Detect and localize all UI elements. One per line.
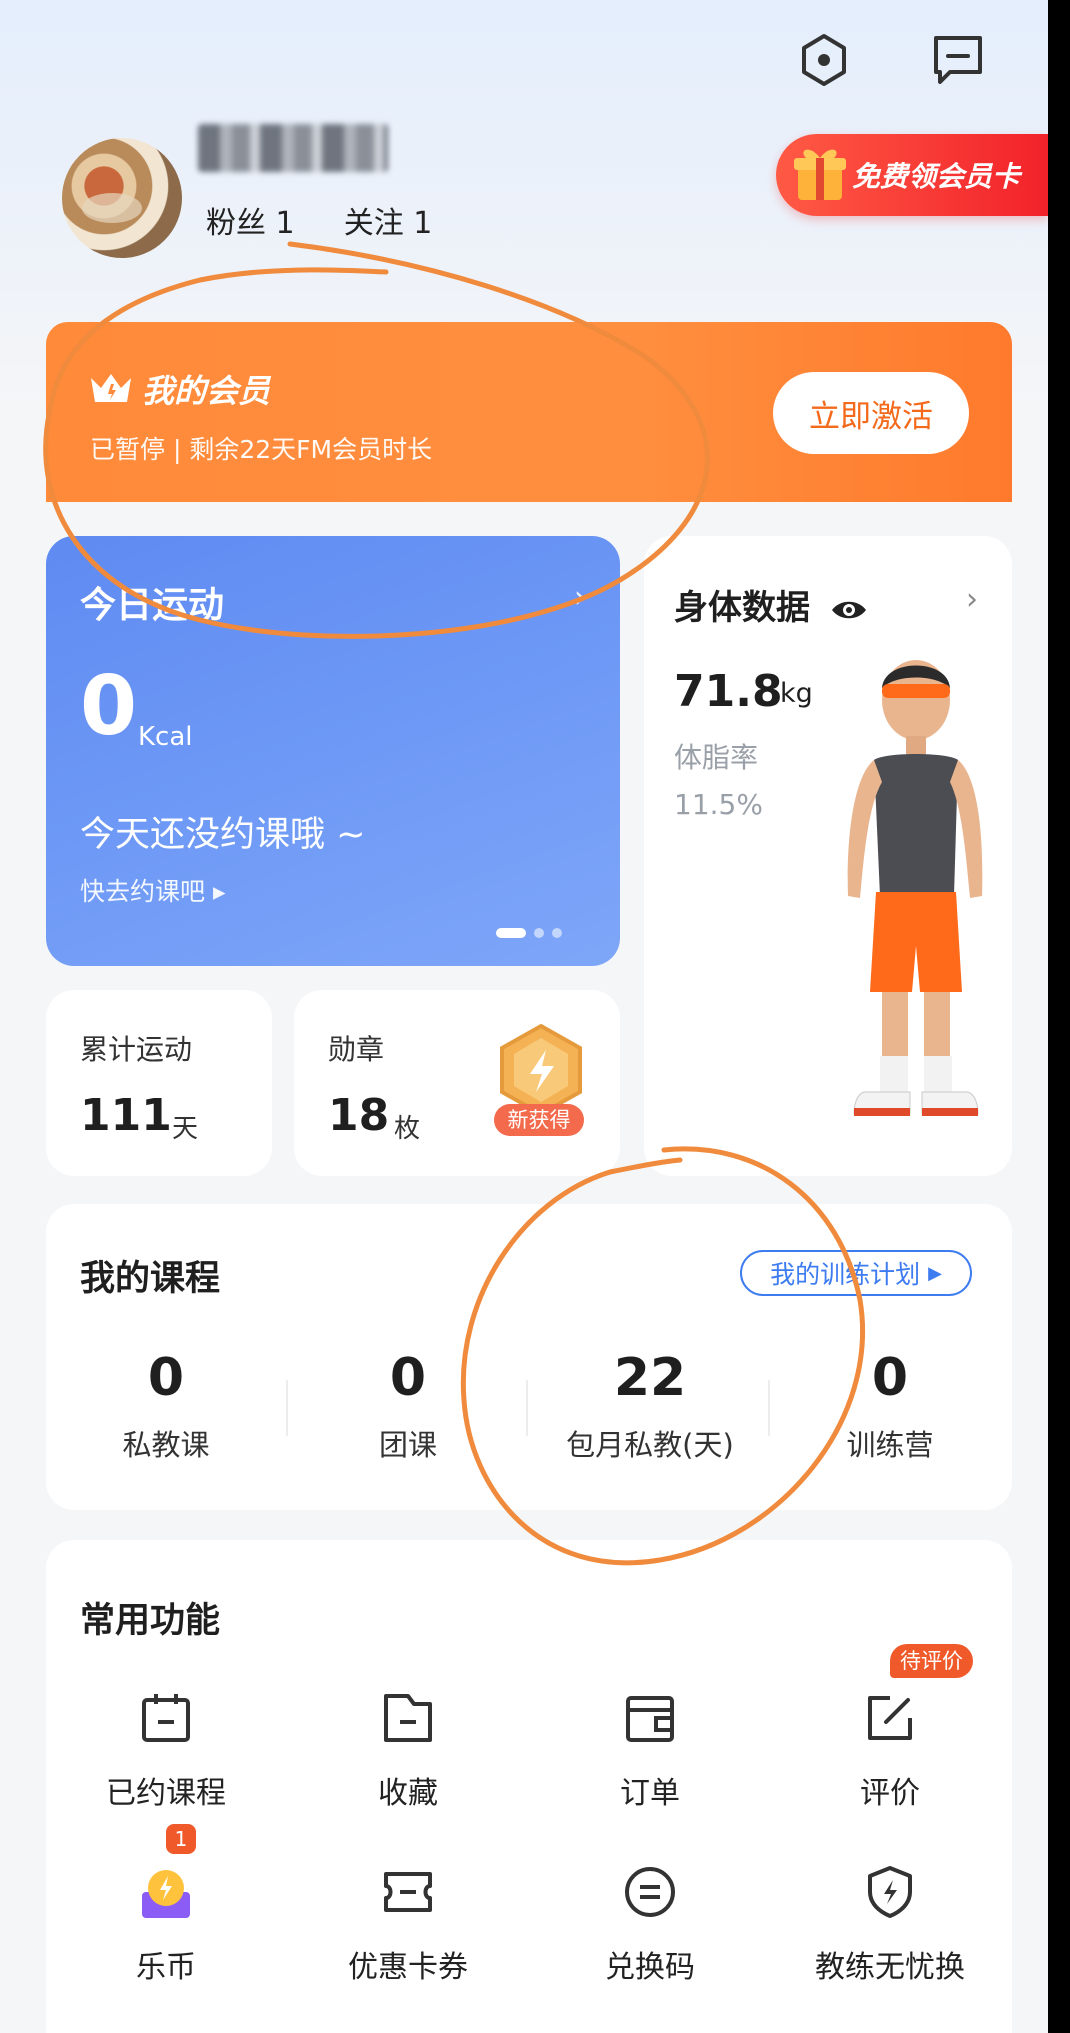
course-item-monthly[interactable]: 22 包月私教(天) — [530, 1352, 770, 1464]
body-fat-value: 11.5% — [674, 788, 763, 821]
edit-icon — [868, 1696, 912, 1740]
settings-icon[interactable] — [794, 30, 854, 90]
course-label: 训练营 — [846, 1428, 934, 1462]
coin-count-badge: 1 — [166, 1824, 196, 1854]
divider — [526, 1380, 528, 1436]
redeem-code-button[interactable]: 兑换码 — [530, 1862, 770, 1986]
total-exercise-label: 累计运动 — [80, 1033, 193, 1066]
course-label: 私教课 — [122, 1428, 210, 1462]
chevron-right-icon: › — [966, 582, 978, 617]
training-plan-label: 我的训练计划 — [770, 1260, 921, 1289]
folder-icon — [384, 1694, 432, 1742]
redeem-icon — [625, 1867, 675, 1917]
medal-value: 18 — [328, 1090, 390, 1141]
play-triangle-icon: ▶ — [928, 1262, 942, 1284]
training-plan-button[interactable]: 我的训练计划 ▶ — [740, 1250, 972, 1296]
carousel-dot — [552, 928, 562, 938]
functions-title: 常用功能 — [80, 1601, 221, 1641]
course-label: 团课 — [378, 1428, 437, 1462]
reviews-button[interactable]: 评价 — [770, 1688, 1010, 1812]
courses-title: 我的课程 — [80, 1259, 221, 1299]
course-value: 22 — [613, 1348, 687, 1408]
body-data-title: 身体数据 — [674, 588, 810, 628]
medal-label: 勋章 — [328, 1033, 385, 1066]
weight-unit: kg — [780, 678, 813, 709]
follow-stats: 粉丝 1 关注 1 — [206, 198, 432, 242]
body-data-card[interactable]: 身体数据 › 71.8 kg 体脂率 11.5% — [644, 536, 1012, 1176]
membership-status: 已暂停 | 剩余22天FM会员时长 — [90, 435, 433, 464]
orders-button[interactable]: 订单 — [530, 1688, 770, 1812]
course-value: 0 — [389, 1348, 427, 1408]
function-label: 收藏 — [378, 1776, 438, 1811]
body-fat-label: 体脂率 — [674, 741, 759, 774]
crown-icon — [91, 374, 131, 402]
username-blurred — [198, 124, 388, 172]
coin-icon — [142, 1870, 190, 1918]
message-icon[interactable] — [928, 30, 988, 90]
function-label: 乐币 — [136, 1950, 196, 1985]
course-item-group[interactable]: 0 团课 — [288, 1352, 528, 1464]
coach-swap-button[interactable]: 教练无忧换 — [770, 1862, 1010, 1986]
medal-unit: 枚 — [394, 1114, 421, 1144]
body-data-title-row: 身体数据 — [674, 580, 868, 629]
wallet-icon — [626, 1696, 674, 1742]
exercise-calories: 0 — [80, 659, 138, 754]
coupons-button[interactable]: 优惠卡券 — [288, 1862, 528, 1986]
avatar[interactable] — [62, 138, 182, 258]
exercise-unit: Kcal — [138, 722, 193, 752]
booked-courses-button[interactable]: 已约课程 — [46, 1688, 286, 1812]
favorites-button[interactable]: 收藏 — [288, 1688, 528, 1812]
total-exercise-value: 111 — [80, 1090, 172, 1141]
carousel-dots — [496, 928, 562, 938]
course-value: 0 — [147, 1348, 185, 1408]
ticket-icon — [384, 1872, 432, 1912]
total-exercise-unit: 天 — [172, 1114, 199, 1144]
membership-title: 我的会员 — [142, 372, 271, 410]
function-label: 已约课程 — [106, 1776, 226, 1811]
course-item-private[interactable]: 0 私教课 — [46, 1352, 286, 1464]
course-item-camp[interactable]: 0 训练营 — [770, 1352, 1010, 1464]
eye-icon[interactable] — [830, 597, 868, 623]
book-class-link[interactable]: 快去约课吧 ▸ — [80, 872, 226, 908]
coins-button[interactable]: 乐币 — [46, 1862, 286, 1986]
weight-value: 71.8 — [674, 666, 783, 717]
function-label: 订单 — [620, 1776, 680, 1811]
course-label: 包月私教(天) — [566, 1428, 734, 1462]
body-avatar-figure — [847, 660, 983, 1116]
total-exercise-card[interactable] — [46, 990, 272, 1176]
chevron-right-icon: › — [574, 580, 586, 615]
activate-button[interactable]: 立即激活 — [773, 372, 969, 454]
pending-review-badge: 待评价 — [890, 1644, 973, 1678]
exercise-title: 今日运动 — [80, 585, 225, 626]
app-screen: 粉丝 1 关注 1 免费领会员卡 我的会员 已暂停 | 剩余22天FM会员时长 … — [0, 0, 1048, 2033]
function-label: 优惠卡券 — [348, 1950, 468, 1985]
course-value: 0 — [871, 1348, 909, 1408]
carousel-dot — [534, 928, 544, 938]
function-label: 兑换码 — [605, 1950, 695, 1985]
new-medal-badge: 新获得 — [494, 1104, 584, 1136]
today-exercise-card[interactable]: 今日运动 › 0 Kcal 今天还没约课哦 ~ 快去约课吧 ▸ — [46, 536, 620, 966]
screen-edge — [1048, 0, 1070, 2033]
function-label: 教练无忧换 — [815, 1950, 965, 1985]
followers-count[interactable]: 粉丝 1 — [206, 206, 295, 241]
function-label: 评价 — [860, 1776, 920, 1811]
gift-icon — [794, 149, 846, 200]
shield-icon — [868, 1866, 912, 1918]
exercise-message: 今天还没约课哦 ~ — [80, 815, 366, 855]
following-count[interactable]: 关注 1 — [344, 206, 433, 241]
calendar-icon — [142, 1694, 190, 1742]
carousel-dot — [496, 928, 526, 938]
free-member-card-button[interactable]: 免费领会员卡 — [776, 134, 1048, 216]
free-card-label: 免费领会员卡 — [852, 160, 1021, 193]
